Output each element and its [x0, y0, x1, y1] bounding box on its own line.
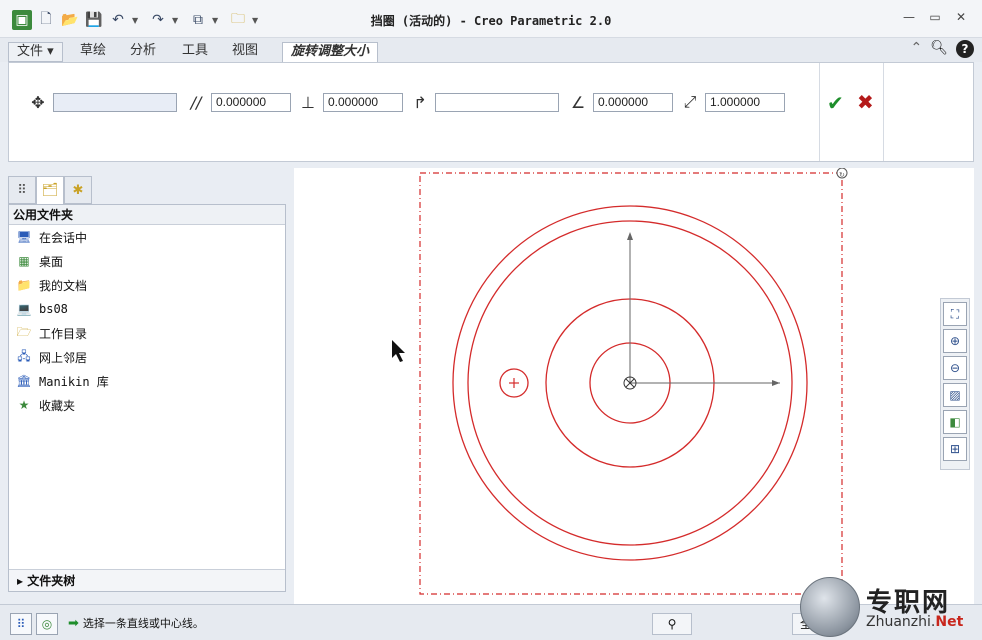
- desktop-icon: ▦: [18, 254, 30, 268]
- computer-icon: 💻: [16, 302, 32, 316]
- tab-file[interactable]: 文件 ▾: [8, 42, 63, 62]
- rotate-resize-dashboard: ✥ // 0.000000 ⊥ 0.000000 ↱ ∠ 0.000000 ⤢ …: [8, 62, 974, 162]
- navigator-tabs: ⠿ 🗂 ✱: [8, 176, 92, 204]
- rotate-field[interactable]: 0.000000: [593, 92, 673, 112]
- scale-icon: ⤢: [683, 92, 697, 111]
- folder-browser-tab-icon[interactable]: 🗂: [36, 176, 64, 204]
- repaint-icon[interactable]: ▨: [943, 383, 967, 407]
- close-button[interactable]: ✕: [948, 10, 974, 28]
- move-reference-field[interactable]: [53, 92, 177, 112]
- watermark-url: Zhuanzhi.Net: [866, 614, 963, 630]
- maximize-button[interactable]: ▭: [922, 10, 948, 28]
- refit-icon[interactable]: ⛶: [943, 302, 967, 326]
- scale-field[interactable]: 1.000000: [705, 92, 785, 112]
- folder-tree-toggle[interactable]: ▸ 文件夹树: [9, 569, 285, 591]
- move-icon: ✥: [31, 92, 45, 112]
- zoom-out-icon[interactable]: ⊖: [943, 356, 967, 380]
- ok-check-icon[interactable]: ✔: [827, 91, 844, 115]
- collapse-ribbon-icon[interactable]: ⌃: [910, 40, 922, 58]
- watermark-logo-icon: [800, 577, 860, 637]
- horizontal-axis-arrow: [772, 380, 780, 386]
- common-folders-header: 公用文件夹: [9, 205, 285, 225]
- library-icon: 🏛: [16, 374, 32, 388]
- working-dir-icon: 🗁: [16, 324, 32, 339]
- watermark-url-suffix: Net: [935, 614, 964, 630]
- ribbon-right-tools: ⌃ 🔍︎ ?: [910, 40, 974, 58]
- nav-item-label: 我的文档: [39, 278, 88, 293]
- nav-item-library[interactable]: 🏛 Manikin 库: [9, 369, 285, 393]
- sketch-canvas[interactable]: ↻: [294, 167, 974, 604]
- nav-item-label: 桌面: [39, 254, 64, 269]
- nav-item-label: 在会话中: [39, 230, 88, 245]
- sketch-display-icon[interactable]: ⊞: [943, 437, 967, 461]
- nav-item-label: Manikin 库: [39, 374, 109, 389]
- minimize-button[interactable]: —: [896, 10, 922, 28]
- view-toolbar: ⛶ ⊕ ⊖ ▨ ◧ ⊞: [940, 298, 970, 470]
- graphics-window[interactable]: ↻: [294, 167, 974, 604]
- nav-item-label: 收藏夹: [39, 398, 76, 413]
- ribbon-tabs: 文件 ▾ 草绘 分析 工具 视图 旋转调整大小: [0, 38, 982, 64]
- reference-icon: ↱: [413, 92, 427, 112]
- nav-item-network[interactable]: 🖧 网上邻居: [9, 345, 285, 369]
- watermark-url-prefix: Zhuanzhi.: [866, 614, 936, 630]
- search-icon[interactable]: 🔍︎: [930, 40, 948, 58]
- network-icon: 🖧: [17, 348, 31, 363]
- rotate-icon: ∠: [570, 92, 586, 112]
- nav-item-working-dir[interactable]: 🗁 工作目录: [9, 321, 285, 345]
- horizontal-translate-field[interactable]: 0.000000: [211, 92, 291, 112]
- tab-analysis[interactable]: 分析: [122, 42, 164, 62]
- tab-tools[interactable]: 工具: [174, 42, 216, 62]
- nav-item-computer[interactable]: 💻 bs08: [9, 297, 285, 321]
- dashboard-divider: [883, 63, 884, 161]
- folder-navigator: 公用文件夹 🖥 在会话中 ▦ 桌面 📁 我的文档 💻 bs08 🗁 工作目录 🖧…: [8, 204, 286, 592]
- help-icon[interactable]: ?: [956, 40, 974, 58]
- navigator-toggle-icon[interactable]: ⠿: [10, 613, 32, 635]
- vertical-translate-field[interactable]: 0.000000: [323, 92, 403, 112]
- documents-icon: 📁: [16, 278, 32, 292]
- nav-item-documents[interactable]: 📁 我的文档: [9, 273, 285, 297]
- browser-toggle-icon[interactable]: ◎: [36, 613, 58, 635]
- window-controls: — ▭ ✕: [896, 10, 974, 28]
- dashboard-divider: [819, 63, 820, 161]
- find-icon[interactable]: ⚲: [652, 613, 692, 635]
- tab-rotate-resize[interactable]: 旋转调整大小: [282, 42, 379, 64]
- vertical-translate-icon: ⊥: [301, 92, 315, 112]
- rotate-handle-glyph: ↻: [839, 171, 845, 179]
- title-bar: ▣ 🗋 📂 💾 ↶ ▼ ↷ ▼ ⧉ ▼ 🗀 ▼ 挡圈 (活动的) - Creo …: [0, 0, 982, 38]
- vertical-axis-arrow: [627, 232, 633, 240]
- model-tree-tab-icon[interactable]: ⠿: [8, 176, 36, 204]
- window-title: 挡圈 (活动的) - Creo Parametric 2.0: [370, 14, 612, 28]
- favorites-icon: ★: [18, 398, 30, 412]
- nav-item-desktop[interactable]: ▦ 桌面: [9, 249, 285, 273]
- nav-item-label: 工作目录: [39, 326, 88, 341]
- status-arrow-icon: ➡: [68, 615, 79, 631]
- status-message-text: 选择一条直线或中心线。: [82, 617, 204, 630]
- display-style-icon[interactable]: ◧: [943, 410, 967, 434]
- zoom-in-icon[interactable]: ⊕: [943, 329, 967, 353]
- nav-item-label: 网上邻居: [39, 350, 88, 365]
- nav-item-session[interactable]: 🖥 在会话中: [9, 225, 285, 249]
- horizontal-translate-icon: //: [190, 92, 202, 112]
- nav-item-label: bs08: [39, 302, 68, 316]
- cancel-x-icon[interactable]: ✖: [857, 90, 874, 114]
- session-icon: 🖥: [16, 230, 32, 244]
- mouse-cursor: [392, 340, 405, 362]
- favorites-tab-icon[interactable]: ✱: [64, 176, 92, 204]
- status-message: ➡ 选择一条直线或中心线。: [68, 615, 204, 631]
- tab-view[interactable]: 视图: [224, 42, 266, 62]
- tab-sketch[interactable]: 草绘: [72, 42, 114, 62]
- reference-field[interactable]: [435, 92, 559, 112]
- nav-item-favorites[interactable]: ★ 收藏夹: [9, 393, 285, 417]
